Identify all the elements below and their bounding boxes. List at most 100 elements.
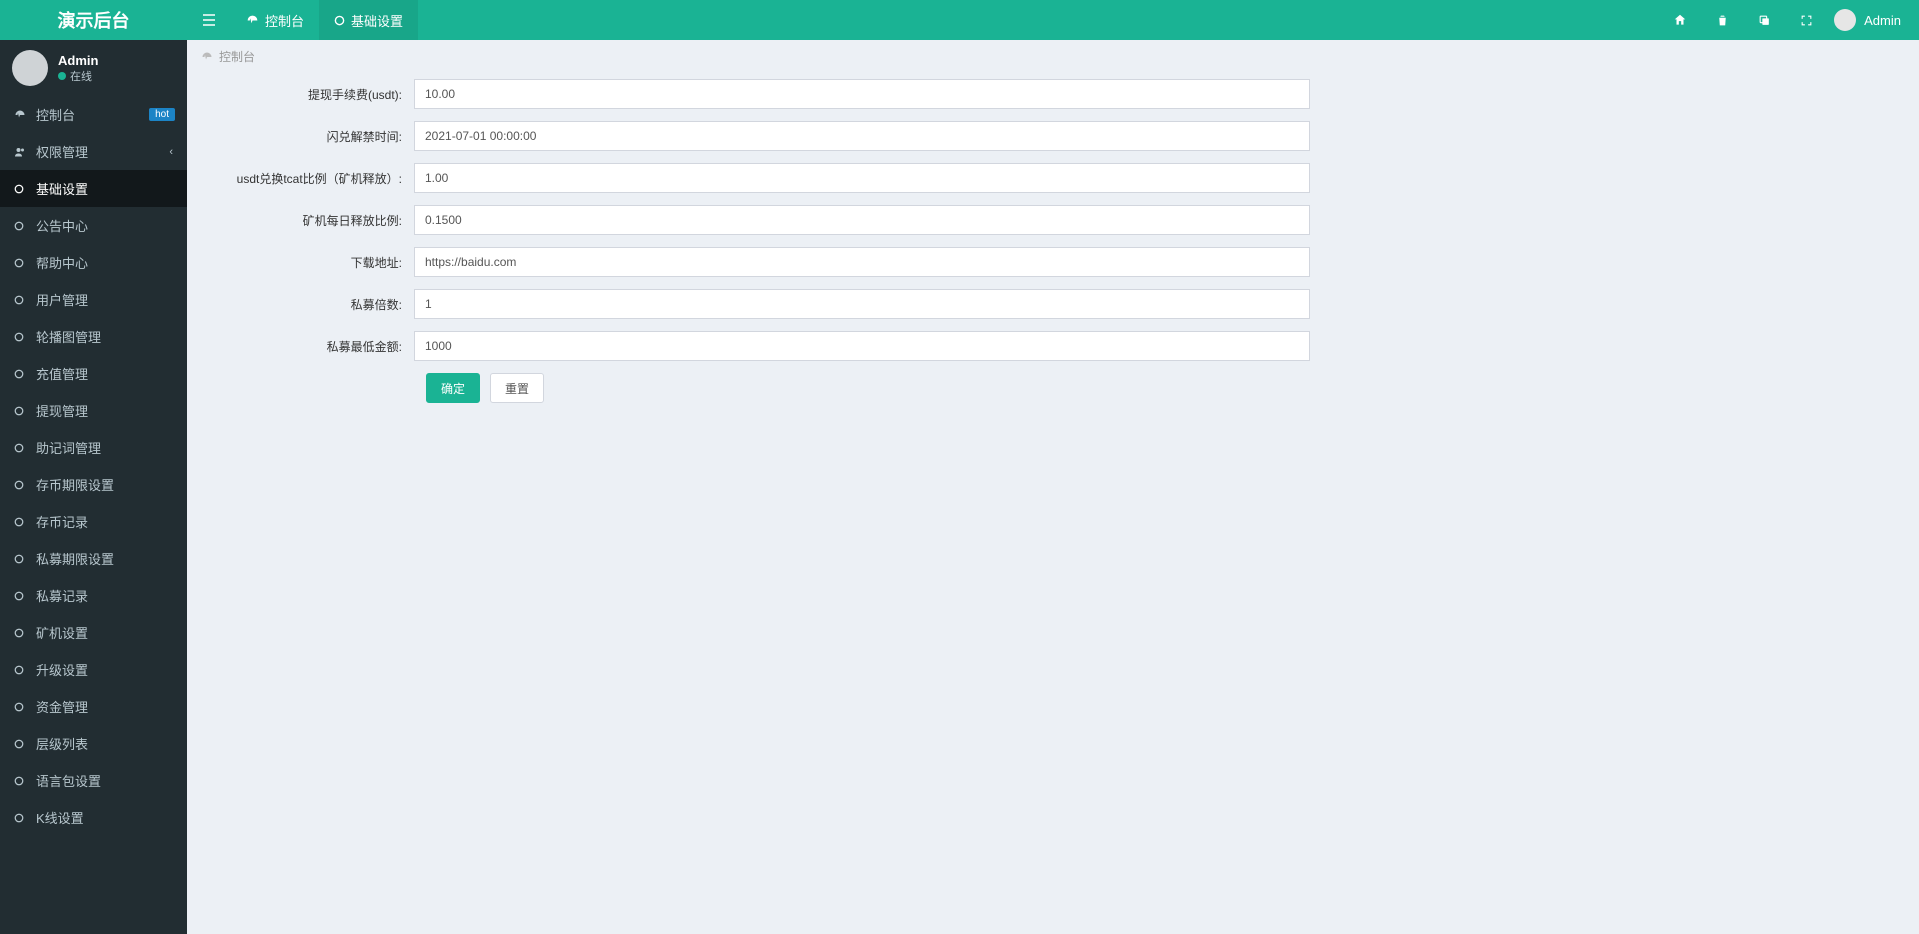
breadcrumb-text: 控制台 (219, 48, 255, 65)
sidebar-item[interactable]: 存币记录 (0, 503, 187, 540)
sidebar-item[interactable]: 矿机设置 (0, 614, 187, 651)
circle-icon (14, 295, 28, 305)
form-label: 闪兑解禁时间: (201, 128, 414, 145)
sidebar-item[interactable]: 私募记录 (0, 577, 187, 614)
status-text: 在线 (70, 68, 92, 84)
sidebar-item[interactable]: 基础设置 (0, 170, 187, 207)
circle-icon (14, 406, 28, 416)
home-icon[interactable] (1666, 6, 1694, 34)
topbar-right: Admin (1666, 0, 1919, 40)
breadcrumb: 控制台 (187, 40, 1919, 71)
form-label: 矿机每日释放比例: (201, 212, 414, 229)
sidebar-item-label: 用户管理 (36, 290, 88, 309)
trash-icon[interactable] (1708, 6, 1736, 34)
sidebar-item[interactable]: 资金管理 (0, 688, 187, 725)
sidebar-user-info: Admin 在线 (58, 53, 98, 84)
sidebar-item-label: 资金管理 (36, 697, 88, 716)
sidebar-item[interactable]: 充值管理 (0, 355, 187, 392)
sidebar-item[interactable]: 助记词管理 (0, 429, 187, 466)
sidebar-item[interactable]: 公告中心 (0, 207, 187, 244)
form-row: 闪兑解禁时间: (201, 121, 1905, 151)
sidebar-item[interactable]: 权限管理 ‹ (0, 133, 187, 170)
sidebar-item-label: 矿机设置 (36, 623, 88, 642)
tab-label: 基础设置 (351, 11, 403, 30)
avatar (12, 50, 48, 86)
sidebar-item[interactable]: 轮播图管理 (0, 318, 187, 355)
form-input[interactable] (414, 289, 1310, 319)
sidebar-item[interactable]: 存币期限设置 (0, 466, 187, 503)
sidebar-toggle[interactable] (187, 0, 231, 40)
sidebar-item-label: 升级设置 (36, 660, 88, 679)
app-logo: 演示后台 (0, 0, 187, 40)
circle-icon (14, 258, 28, 268)
fullscreen-icon[interactable] (1792, 6, 1820, 34)
sidebar-item-label: 语言包设置 (36, 771, 101, 790)
circle-icon (14, 369, 28, 379)
form-row: 提现手续费(usdt): (201, 79, 1905, 109)
sidebar-item-label: 帮助中心 (36, 253, 88, 272)
sidebar-item-label: K线设置 (36, 808, 84, 827)
sidebar-item[interactable]: 升级设置 (0, 651, 187, 688)
sidebar-item[interactable]: 提现管理 (0, 392, 187, 429)
form-actions: 确定 重置 (201, 373, 1905, 403)
sidebar-item-label: 权限管理 (36, 142, 88, 161)
form-row: 矿机每日释放比例: (201, 205, 1905, 235)
sidebar-item[interactable]: 控制台hot (0, 96, 187, 133)
top-user-menu[interactable]: Admin (1834, 9, 1901, 31)
circle-icon (14, 554, 28, 564)
form-input[interactable] (414, 205, 1310, 235)
form-row: 私募倍数: (201, 289, 1905, 319)
circle-icon (14, 665, 28, 675)
sidebar-item-label: 层级列表 (36, 734, 88, 753)
sidebar-item-label: 控制台 (36, 105, 75, 124)
settings-form: 提现手续费(usdt): 闪兑解禁时间: usdt兑换tcat比例（矿机释放）: 矿机… (187, 71, 1919, 433)
submit-button[interactable]: 确定 (426, 373, 480, 403)
circle-icon (14, 628, 28, 638)
form-input[interactable] (414, 163, 1310, 193)
sidebar-item-label: 存币记录 (36, 512, 88, 531)
circle-icon (14, 739, 28, 749)
sidebar-item-label: 基础设置 (36, 179, 88, 198)
sidebar-item[interactable]: K线设置 (0, 799, 187, 836)
copy-icon[interactable] (1750, 6, 1778, 34)
layout: Admin 在线 控制台hot 权限管理 ‹ 基础设置公告中心帮助中心用户管理轮播图管… (0, 0, 1919, 934)
topbar: 演示后台 控制台 基础设置 (0, 0, 1919, 40)
sidebar-item[interactable]: 帮助中心 (0, 244, 187, 281)
circle-icon (14, 332, 28, 342)
form-input[interactable] (414, 79, 1310, 109)
form-row: 下载地址: (201, 247, 1905, 277)
avatar (1834, 9, 1856, 31)
sidebar-item-label: 私募期限设置 (36, 549, 114, 568)
chevron-left-icon: ‹ (169, 146, 173, 158)
circle-icon (14, 184, 28, 194)
sidebar-user-name: Admin (58, 53, 98, 68)
sidebar-item[interactable]: 语言包设置 (0, 762, 187, 799)
form-input[interactable] (414, 247, 1310, 277)
sidebar-item[interactable]: 层级列表 (0, 725, 187, 762)
circle-icon (334, 15, 345, 26)
form-input[interactable] (414, 331, 1310, 361)
sidebar-item[interactable]: 用户管理 (0, 281, 187, 318)
circle-icon (14, 443, 28, 453)
circle-icon (14, 813, 28, 823)
sidebar-item[interactable]: 私募期限设置 (0, 540, 187, 577)
sidebar-user-panel: Admin 在线 (0, 40, 187, 96)
sidebar: Admin 在线 控制台hot 权限管理 ‹ 基础设置公告中心帮助中心用户管理轮播图管… (0, 40, 187, 934)
form-row: usdt兑换tcat比例（矿机释放）: (201, 163, 1905, 193)
sidebar-item-label: 公告中心 (36, 216, 88, 235)
sidebar-item-label: 轮播图管理 (36, 327, 101, 346)
topbar-tabs: 控制台 基础设置 (187, 0, 418, 40)
form-label: 提现手续费(usdt): (201, 86, 414, 103)
main-content: 控制台 提现手续费(usdt): 闪兑解禁时间: usdt兑换tcat比例（矿机释放… (187, 40, 1919, 934)
tab-basic-settings[interactable]: 基础设置 (319, 0, 418, 40)
circle-icon (14, 591, 28, 601)
tab-console[interactable]: 控制台 (231, 0, 319, 40)
sidebar-item-label: 助记词管理 (36, 438, 101, 457)
sidebar-item-label: 存币期限设置 (36, 475, 114, 494)
form-input[interactable] (414, 121, 1310, 151)
circle-icon (14, 702, 28, 712)
form-label: usdt兑换tcat比例（矿机释放）: (201, 170, 414, 187)
reset-button[interactable]: 重置 (490, 373, 544, 403)
tab-label: 控制台 (265, 11, 304, 30)
circle-icon (14, 221, 28, 231)
